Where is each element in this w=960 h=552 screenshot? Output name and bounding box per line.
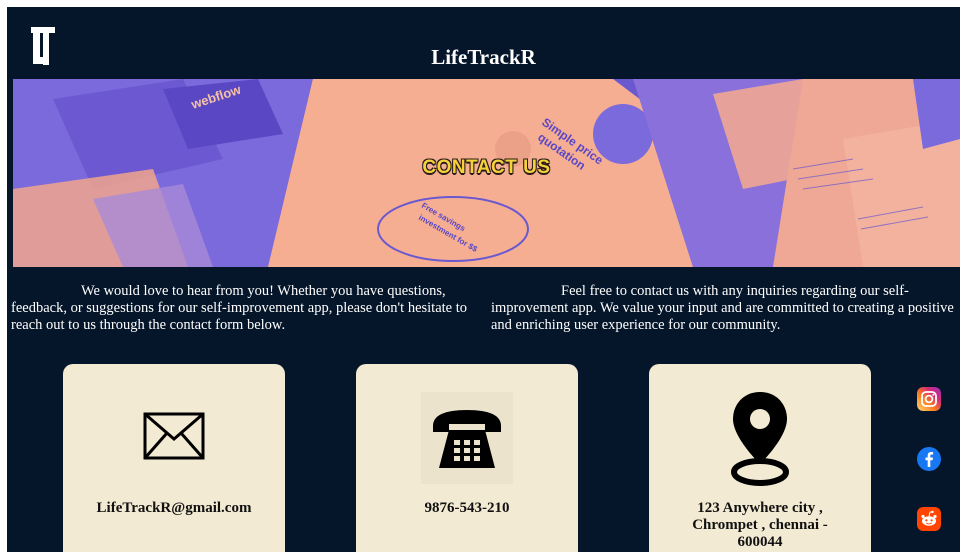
email-label[interactable]: LifeTrackR@gmail.com (63, 500, 285, 517)
reddit-icon[interactable] (917, 507, 941, 531)
address-label[interactable]: 123 Anywhere city , Chrompet , chennai -… (669, 500, 851, 551)
mail-icon (143, 412, 205, 460)
address-card[interactable]: 123 Anywhere city , Chrompet , chennai -… (649, 364, 871, 552)
facebook-icon[interactable] (917, 447, 941, 471)
instagram-icon[interactable] (917, 387, 941, 411)
email-card[interactable]: LifeTrackR@gmail.com (63, 364, 285, 552)
phone-label[interactable]: 9876-543-210 (356, 500, 578, 517)
intro-left-text: We would love to hear from you! Whether … (11, 283, 468, 333)
page-frame: LifeTrackR webflow Simple price quotatio… (7, 7, 960, 552)
telephone-icon (421, 392, 513, 484)
location-pin-icon (731, 392, 789, 486)
hero-banner: webflow Simple price quotation Free savi… (13, 79, 960, 267)
hero-title: CONTACT US (422, 157, 551, 178)
intro-right-text: Feel free to contact us with any inquiri… (491, 283, 954, 333)
site-title: LifeTrackR (431, 45, 536, 69)
phone-card[interactable]: 9876-543-210 (356, 364, 578, 552)
